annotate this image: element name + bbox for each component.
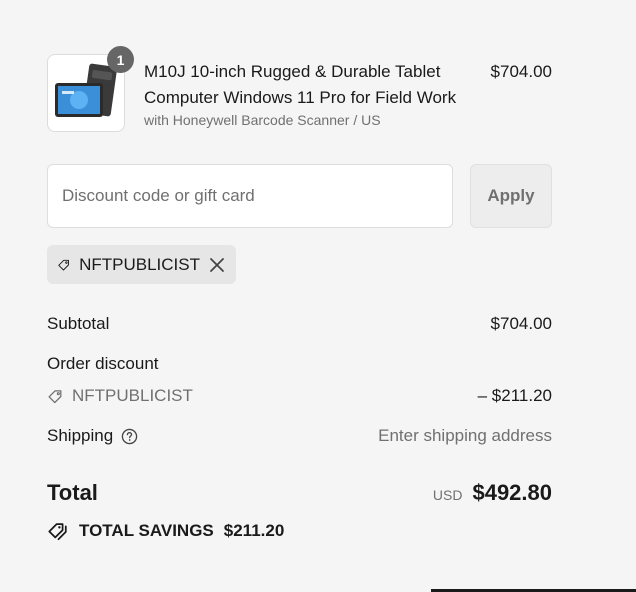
tag-icon [48,389,62,403]
order-discount-code: NFTPUBLICIST [72,386,193,405]
apply-discount-button[interactable]: Apply [470,164,552,228]
applied-discount-code: NFTPUBLICIST [79,254,200,274]
total-amount: $492.80 [472,480,552,505]
total-label: Total [47,480,98,505]
currency-code: USD [432,487,463,503]
double-tag-icon [48,523,67,541]
shipping-help-button[interactable] [121,428,138,445]
product-price: $704.00 [490,62,552,81]
tag-icon [58,259,69,270]
help-circle-icon [121,428,138,444]
shipping-row-label: Shipping [47,426,138,446]
total-savings-label: TOTAL SAVINGS [79,521,214,540]
order-discount-code-row: NFTPUBLICIST [47,386,193,406]
total-amount-group: USD $492.80 [433,480,552,506]
close-icon [210,257,224,272]
total-savings-row: TOTAL SAVINGS $211.20 [47,520,284,542]
order-discount-value: – $211.20 [477,386,552,405]
discount-code-input[interactable] [47,164,453,228]
subtotal-label: Subtotal [47,314,110,333]
order-discount-label: Order discount [47,354,159,373]
shipping-value: Enter shipping address [378,426,552,445]
remove-discount-button[interactable] [208,256,226,274]
quantity-badge: 1 [107,46,134,73]
product-title: M10J 10-inch Rugged & Durable Tablet Com… [144,62,457,107]
shipping-label: Shipping [47,426,114,445]
applied-discount-chip: NFTPUBLICIST [47,245,236,284]
subtotal-value: $704.00 [490,314,552,333]
product-variant: with Honeywell Barcode Scanner / US [144,112,381,128]
total-savings-value: $211.20 [223,521,285,540]
